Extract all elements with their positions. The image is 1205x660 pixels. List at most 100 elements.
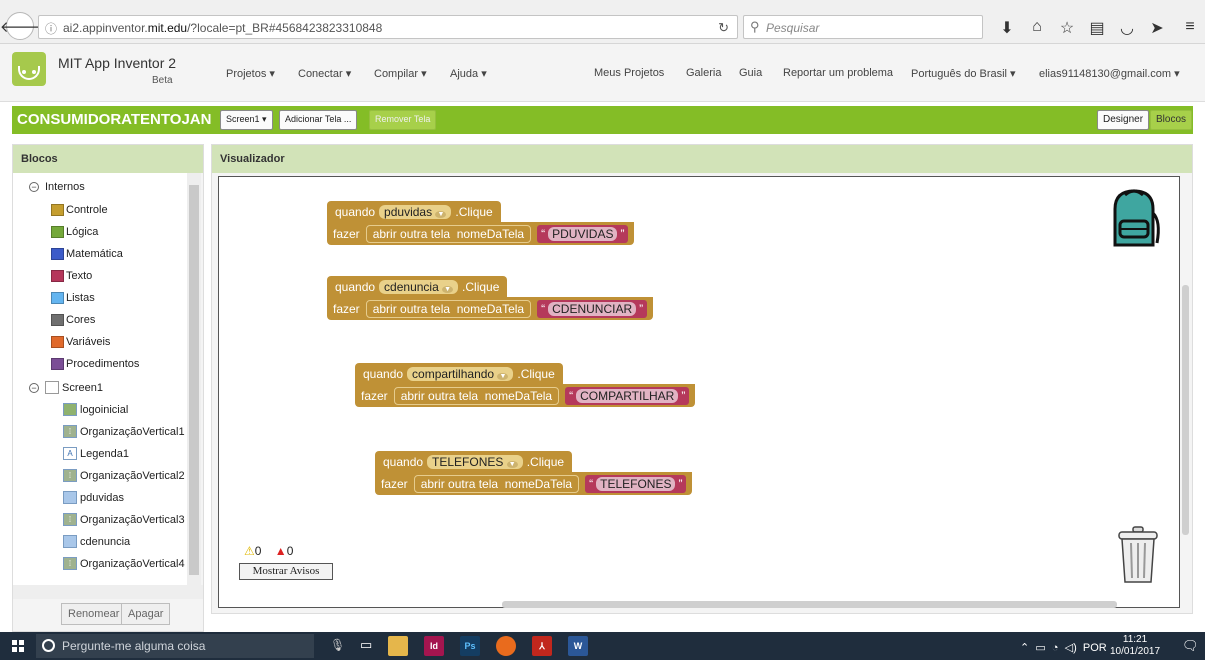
component-dropdown[interactable]: cdenuncia ▼	[379, 279, 459, 294]
component-pduvidas[interactable]: pduvidas	[63, 491, 124, 504]
category-math[interactable]: Matemática	[51, 248, 123, 260]
volume-icon[interactable]: ◁)	[1065, 642, 1077, 654]
category-logic[interactable]: Lógica	[51, 226, 98, 238]
clock[interactable]: 11:21 10/01/2017	[1110, 634, 1160, 658]
text-block[interactable]: “ TELEFONES ”	[585, 474, 687, 493]
photoshop-icon[interactable]: Ps	[460, 636, 480, 656]
vertical-arrangement-icon: ⁞	[63, 557, 77, 570]
blocks-button[interactable]: Blocos	[1150, 110, 1193, 130]
add-screen-button[interactable]: Adicionar Tela ...	[279, 110, 358, 130]
component-dropdown[interactable]: pduvidas ▼	[379, 204, 452, 219]
app-subtitle: Beta	[152, 75, 173, 86]
component-logoinicial[interactable]: logoinicial	[63, 403, 128, 416]
designer-button[interactable]: Designer	[1097, 110, 1150, 130]
collapse-icon[interactable]: −	[29, 182, 39, 192]
event-name: .Clique	[462, 279, 500, 294]
delete-button[interactable]: Apagar	[121, 603, 171, 625]
vertical-arrangement-icon: ⁞	[63, 425, 77, 438]
text-block[interactable]: “ COMPARTILHAR ”	[565, 386, 690, 405]
battery-icon: ▭	[1035, 642, 1046, 654]
indesign-icon[interactable]: Id	[424, 636, 444, 656]
collapse-icon[interactable]: −	[29, 382, 39, 393]
component-cdenuncia[interactable]: cdenuncia	[63, 535, 130, 548]
category-colors[interactable]: Cores	[51, 314, 95, 326]
link-my-projects[interactable]: Meus Projetos	[594, 67, 664, 79]
menu-help[interactable]: Ajuda ▾	[450, 67, 487, 80]
account-menu[interactable]: elias91148130@gmail.com ▾	[1039, 67, 1180, 80]
home-icon[interactable]: ⌂	[1027, 18, 1047, 36]
link-gallery[interactable]: Galeria	[686, 67, 721, 79]
cortana-icon	[42, 639, 55, 652]
download-icon[interactable]: ⬇	[997, 18, 1017, 38]
backpack-icon[interactable]	[1105, 187, 1163, 249]
language-select[interactable]: Português do Brasil ▾	[911, 67, 1016, 80]
error-icon: ▲	[274, 544, 287, 558]
tree-node-builtin[interactable]: − Internos	[29, 181, 85, 193]
component-legenda1[interactable]: A Legenda1	[63, 447, 129, 460]
tray-up-icon[interactable]: ⌃	[1020, 642, 1029, 654]
task-view-icon[interactable]: ▭	[360, 637, 372, 653]
link-report-problem[interactable]: Reportar um problema	[783, 67, 893, 79]
tree-vertical-scrollbar[interactable]	[187, 173, 201, 593]
category-procedures[interactable]: Procedimentos	[51, 358, 139, 370]
back-arrow-icon[interactable]: 🡐	[0, 12, 40, 40]
logic-color-icon	[51, 226, 64, 238]
menu-connect[interactable]: Conectar ▾	[298, 67, 351, 80]
text-block[interactable]: “ CDENUNCIAR ”	[537, 299, 648, 318]
firefox-icon[interactable]	[496, 636, 516, 656]
component-dropdown[interactable]: TELEFONES ▼	[427, 454, 523, 469]
open-screen-block[interactable]: abrir outra tela nomeDaTela	[365, 299, 532, 318]
address-bar[interactable]: ⓘ ai2.appinventor.mit.edu/?locale=pt_BR#…	[38, 15, 738, 39]
cortana-search-box[interactable]: Pergunte-me alguma coisa	[36, 634, 314, 658]
procedures-color-icon	[51, 358, 64, 370]
component-organizacaovertical2[interactable]: ⁞ OrganizaçãoVertical2	[63, 469, 185, 482]
word-icon[interactable]: W	[568, 636, 588, 656]
system-tray[interactable]: ⌃ ▭ ◔ ◁) POR	[1020, 641, 1107, 654]
component-dropdown[interactable]: compartilhando ▼	[407, 366, 514, 381]
link-guide[interactable]: Guia	[739, 67, 762, 79]
tree-horizontal-scrollbar[interactable]	[13, 585, 203, 599]
workspace-horizontal-scrollbar[interactable]	[502, 601, 1117, 608]
tree-node-screen1[interactable]: − Screen1	[29, 381, 103, 394]
menu-icon[interactable]: ≡	[1180, 18, 1200, 36]
url-text: ai2.appinventor.mit.edu/?locale=pt_BR#45…	[63, 21, 383, 35]
category-lists[interactable]: Listas	[51, 292, 95, 304]
search-icon: ⚲	[750, 19, 760, 34]
info-icon[interactable]: ⓘ	[45, 20, 57, 37]
microphone-icon[interactable]: 🎙	[330, 638, 345, 652]
reading-list-icon[interactable]: ▤	[1087, 18, 1107, 38]
menu-build[interactable]: Compilar ▾	[374, 67, 427, 80]
workspace-vertical-scrollbar[interactable]	[1182, 285, 1189, 535]
bookmark-star-icon[interactable]: ☆	[1057, 18, 1077, 38]
acrobat-icon[interactable]: ⅄	[532, 636, 552, 656]
windows-start-icon[interactable]	[12, 640, 24, 652]
app-inventor-logo[interactable]	[12, 52, 46, 86]
open-screen-block[interactable]: abrir outra tela nomeDaTela	[393, 386, 560, 405]
category-control[interactable]: Controle	[51, 204, 108, 216]
pocket-icon[interactable]: ◡	[1117, 18, 1137, 38]
open-screen-block[interactable]: abrir outra tela nomeDaTela	[365, 224, 532, 243]
rename-button[interactable]: Renomear	[61, 603, 127, 625]
show-warnings-button[interactable]: Mostrar Avisos	[239, 563, 333, 580]
component-organizacaovertical4[interactable]: ⁞ OrganizaçãoVertical4	[63, 557, 185, 570]
errors-count: 0	[286, 544, 294, 558]
trash-icon[interactable]	[1116, 525, 1160, 585]
file-explorer-icon[interactable]	[388, 636, 408, 656]
category-variables[interactable]: Variáveis	[51, 336, 110, 348]
text-block[interactable]: “ PDUVIDAS ”	[537, 224, 629, 243]
reload-icon[interactable]: ↻	[718, 20, 729, 36]
blocks-workspace[interactable]: quando pduvidas ▼ .Clique fazer abrir outra…	[218, 176, 1180, 608]
notifications-icon[interactable]: 🗨	[1182, 638, 1199, 654]
remove-screen-button[interactable]: Remover Tela	[369, 110, 437, 130]
vertical-arrangement-icon: ⁞	[63, 469, 77, 482]
when-label: quando	[383, 454, 424, 469]
send-icon[interactable]: ➤	[1147, 18, 1167, 38]
component-organizacaovertical1[interactable]: ⁞ OrganizaçãoVertical1	[63, 425, 185, 438]
component-organizacaovertical3[interactable]: ⁞ OrganizaçãoVertical3	[63, 513, 185, 526]
browser-search-input[interactable]: ⚲ Pesquisar	[743, 15, 983, 39]
open-screen-block[interactable]: abrir outra tela nomeDaTela	[413, 474, 580, 493]
language-indicator[interactable]: POR	[1083, 642, 1107, 654]
menu-projects[interactable]: Projetos ▾	[226, 67, 275, 80]
category-text[interactable]: Texto	[51, 270, 92, 282]
screen-select[interactable]: Screen1 ▾	[220, 110, 273, 130]
